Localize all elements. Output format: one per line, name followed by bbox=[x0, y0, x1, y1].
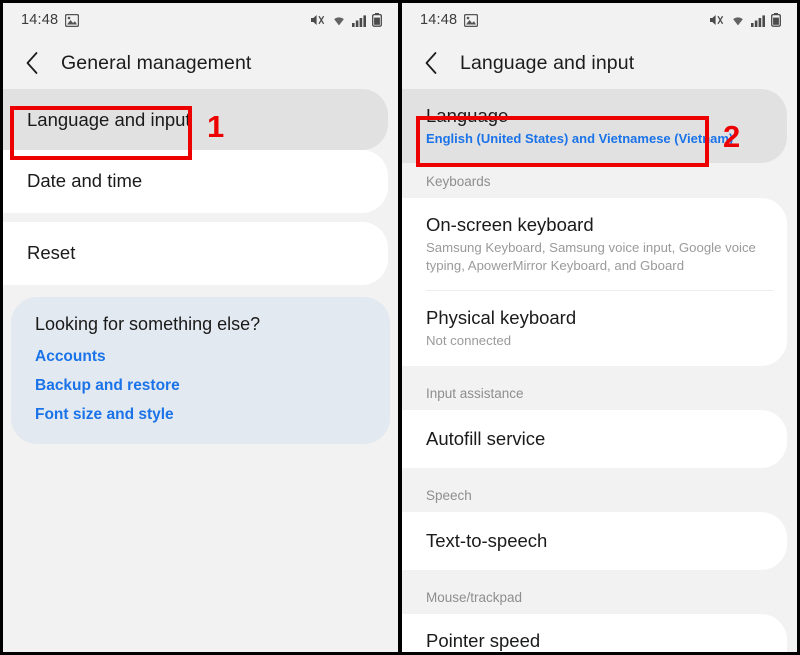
row-title: Reset bbox=[27, 242, 76, 264]
signal-icon bbox=[751, 14, 766, 27]
status-clock: 14:48 bbox=[420, 12, 458, 28]
battery-icon bbox=[372, 13, 382, 27]
phone-screen-left: 14:48 General management Language and in… bbox=[0, 0, 398, 655]
section-label-input-assistance: Input assistance bbox=[426, 385, 524, 401]
status-left-group: 14:48 bbox=[420, 12, 479, 28]
sidebar-item-reset[interactable]: Reset bbox=[3, 222, 388, 285]
status-bar-left: 14:48 bbox=[3, 3, 398, 37]
hint-link-font-size-and-style[interactable]: Font size and style bbox=[11, 397, 390, 426]
settings-card-language-input: Language and input bbox=[3, 89, 388, 151]
settings-card-pointer-speed: Pointer speed Slow Fast bbox=[402, 614, 787, 652]
settings-row-on-screen-keyboard[interactable]: On-screen keyboard Samsung Keyboard, Sam… bbox=[402, 198, 787, 290]
row-sub: Not connected bbox=[426, 332, 512, 348]
row-title: Text-to-speech bbox=[426, 530, 548, 552]
wifi-icon bbox=[730, 14, 746, 27]
back-chevron-icon[interactable] bbox=[424, 51, 438, 75]
row-title: Physical keyboard bbox=[426, 306, 577, 328]
section-label-keyboards: Keyboards bbox=[426, 174, 491, 190]
mute-icon bbox=[709, 13, 725, 27]
photo-icon bbox=[65, 13, 80, 27]
signal-icon bbox=[352, 14, 367, 27]
photo-icon bbox=[464, 13, 479, 27]
battery-icon bbox=[771, 13, 781, 27]
settings-row-text-to-speech[interactable]: Text-to-speech bbox=[402, 512, 787, 570]
status-right-group bbox=[709, 13, 781, 27]
settings-card-input-assistance: Autofill service bbox=[402, 409, 787, 469]
row-title: Language bbox=[426, 105, 509, 126]
screenshot-root: 14:48 General management Language and in… bbox=[0, 0, 800, 655]
app-bar-left: General management bbox=[3, 37, 398, 89]
settings-row-pointer-speed: Pointer speed bbox=[402, 614, 787, 652]
app-bar-right: Language and input bbox=[402, 37, 797, 89]
row-sub: Samsung Keyboard, Samsung voice input, G… bbox=[426, 240, 756, 274]
left-panel-content: 14:48 General management Language and in… bbox=[3, 3, 398, 652]
mute-icon bbox=[310, 13, 326, 27]
sidebar-item-language-and-input[interactable]: Language and input bbox=[3, 89, 388, 150]
row-title: On-screen keyboard bbox=[426, 214, 594, 236]
row-title: Autofill service bbox=[426, 427, 546, 449]
settings-row-physical-keyboard[interactable]: Physical keyboard Not connected bbox=[402, 291, 787, 366]
status-bar-right: 14:48 bbox=[402, 3, 797, 37]
settings-card-speech: Text-to-speech bbox=[402, 512, 787, 571]
phone-screen-right: 14:48 Language and input Language Englis… bbox=[402, 0, 800, 655]
hint-link-accounts[interactable]: Accounts bbox=[11, 339, 390, 368]
annotation-number-2: 2 bbox=[723, 119, 741, 154]
wifi-icon bbox=[331, 14, 347, 27]
page-title: General management bbox=[61, 51, 252, 74]
status-clock: 14:48 bbox=[21, 12, 59, 28]
settings-card-keyboards: On-screen keyboard Samsung Keyboard, Sam… bbox=[402, 198, 787, 366]
section-label-mouse-trackpad: Mouse/trackpad bbox=[426, 590, 523, 606]
hint-title: Looking for something else? bbox=[35, 314, 261, 335]
settings-row-autofill-service[interactable]: Autofill service bbox=[402, 410, 787, 468]
row-title: Date and time bbox=[27, 170, 143, 192]
row-value-language: English (United States) and Vietnamese (… bbox=[426, 131, 734, 147]
sidebar-item-date-and-time[interactable]: Date and time bbox=[3, 150, 388, 213]
settings-card-date-reset: Date and time bbox=[3, 150, 388, 214]
row-title: Pointer speed bbox=[426, 630, 541, 652]
page-title: Language and input bbox=[460, 51, 635, 74]
right-panel-content: 14:48 Language and input Language Englis… bbox=[402, 3, 797, 652]
back-chevron-icon[interactable] bbox=[25, 51, 39, 75]
hint-link-backup-and-restore[interactable]: Backup and restore bbox=[11, 368, 390, 397]
row-title: Language and input bbox=[27, 109, 191, 130]
status-right-group bbox=[310, 13, 382, 27]
section-label-speech: Speech bbox=[426, 488, 472, 504]
annotation-number-1: 1 bbox=[207, 109, 225, 144]
looking-for-something-else-card: Looking for something else? Accounts Bac… bbox=[11, 297, 390, 445]
status-left-group: 14:48 bbox=[21, 12, 80, 28]
settings-card-reset: Reset bbox=[3, 222, 388, 286]
